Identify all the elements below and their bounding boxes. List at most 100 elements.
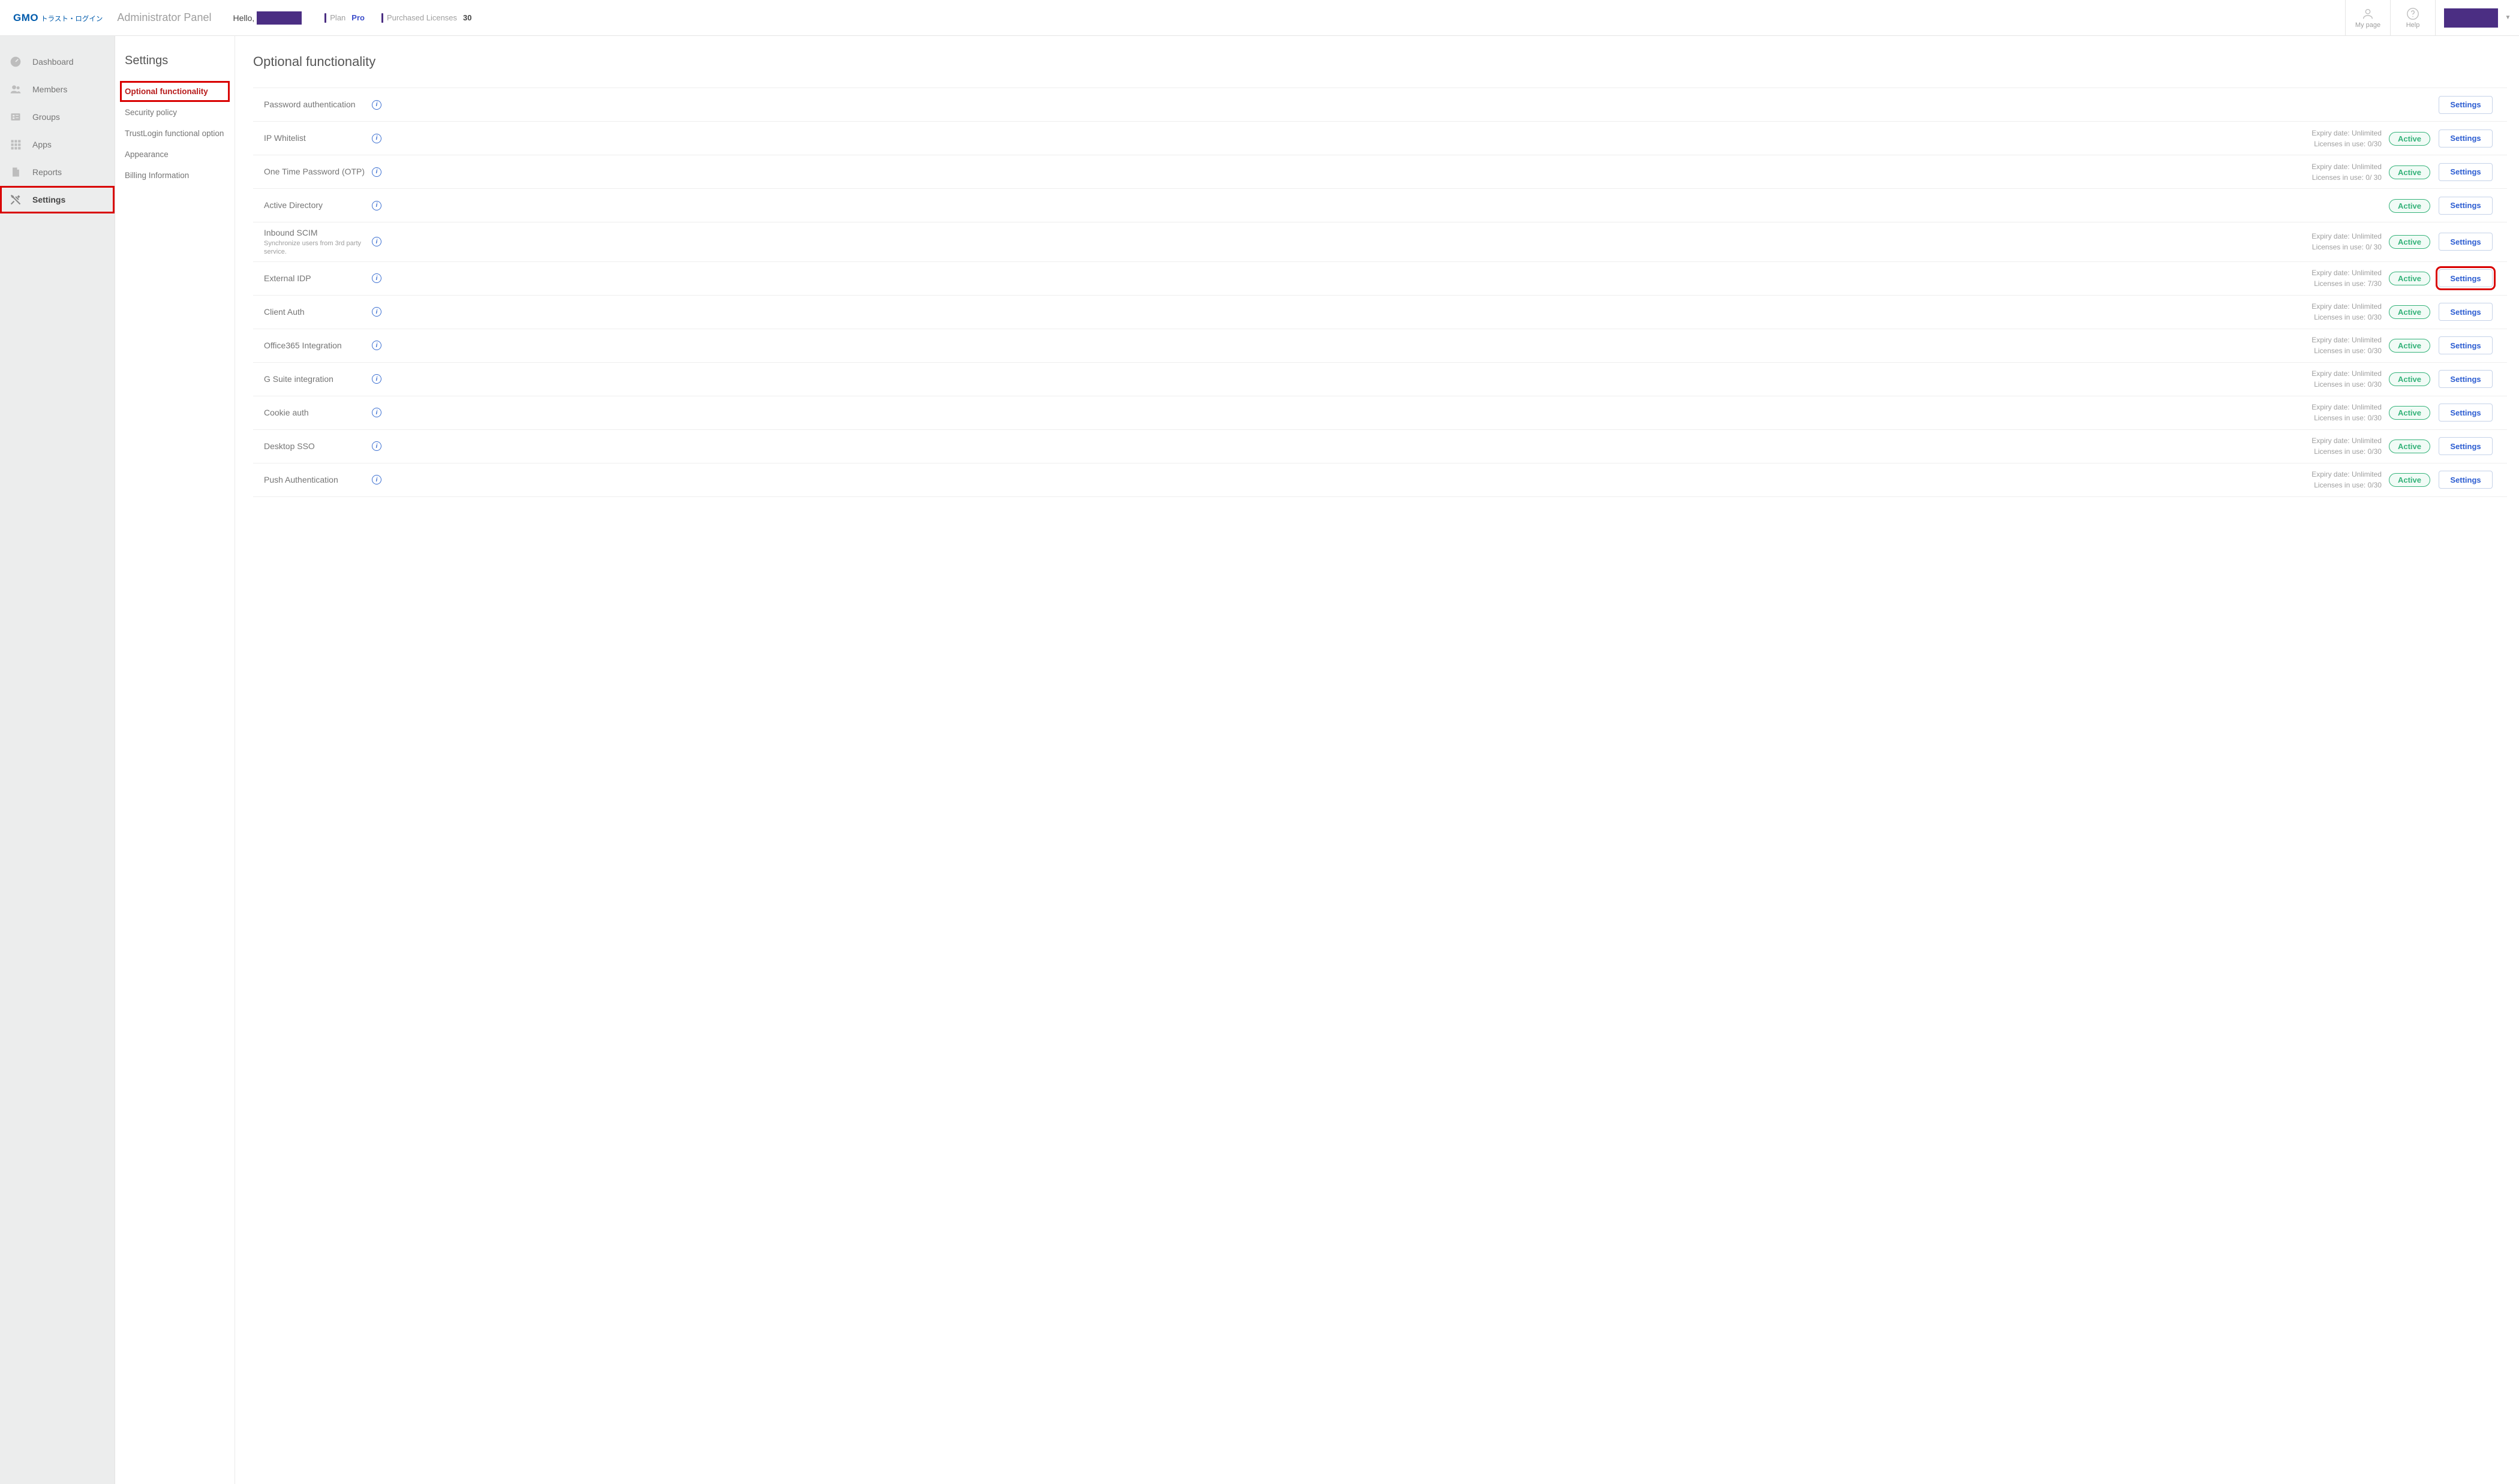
row-title: Desktop SSO	[264, 441, 372, 451]
nav-item-dashboard[interactable]: Dashboard	[0, 48, 115, 76]
row-title-text: G Suite integration	[264, 374, 372, 384]
nav-label: Members	[32, 85, 67, 94]
info-col: i	[372, 100, 390, 110]
functionality-row: Active DirectoryiActiveSettings	[253, 189, 2507, 222]
info-col: i	[372, 307, 390, 317]
functionality-row: Password authenticationi Settings	[253, 88, 2507, 122]
nav-item-apps[interactable]: Apps	[0, 131, 115, 158]
btn-col: Settings	[2439, 303, 2496, 321]
settings-button[interactable]: Settings	[2439, 130, 2493, 148]
info-icon[interactable]: i	[372, 100, 381, 110]
row-meta: Expiry date: Unlimited Licenses in use: …	[2311, 435, 2382, 457]
header-meta: Plan Pro Purchased Licenses 30	[324, 13, 488, 23]
active-badge: Active	[2389, 440, 2430, 453]
row-title: One Time Password (OTP)	[264, 166, 372, 177]
hello-text: Hello,	[233, 13, 254, 23]
members-icon	[10, 83, 22, 95]
groups-icon	[10, 111, 22, 123]
functionality-row: One Time Password (OTP)i Expiry date: Unl…	[253, 155, 2507, 189]
info-icon[interactable]: i	[372, 441, 381, 451]
row-meta: Expiry date: Unlimited Licenses in use: …	[2311, 335, 2382, 356]
row-title: Inbound SCIMSynchronize users from 3rd p…	[264, 227, 372, 257]
settings-button[interactable]: Settings	[2439, 336, 2493, 354]
info-col: i	[372, 167, 390, 177]
main-content: Optional functionality Password authenti…	[235, 36, 2519, 1484]
settings-button[interactable]: Settings	[2439, 233, 2493, 251]
info-col: i	[372, 374, 390, 384]
row-title: Client Auth	[264, 306, 372, 317]
subnav-item-optional-functionality[interactable]: Optional functionality	[120, 81, 230, 102]
row-title-text: Inbound SCIM	[264, 227, 372, 238]
info-icon[interactable]: i	[372, 307, 381, 317]
info-icon[interactable]: i	[372, 201, 381, 210]
info-icon[interactable]: i	[372, 237, 381, 246]
settings-button[interactable]: Settings	[2439, 303, 2493, 321]
info-icon[interactable]: i	[372, 374, 381, 384]
info-col: i	[372, 341, 390, 350]
badge-col: Active	[2389, 307, 2430, 317]
info-icon[interactable]: i	[372, 408, 381, 417]
primary-nav: Dashboard Members Groups Apps Reports Se…	[0, 36, 115, 1484]
nav-item-groups[interactable]: Groups	[0, 103, 115, 131]
badge-col: Active	[2389, 475, 2430, 484]
row-title-text: Cookie auth	[264, 407, 372, 418]
row-title-text: One Time Password (OTP)	[264, 166, 372, 177]
row-title: IP Whitelist	[264, 133, 372, 143]
active-badge: Active	[2389, 372, 2430, 386]
btn-col: Settings	[2439, 471, 2496, 489]
plan-group: Plan Pro	[324, 13, 365, 23]
header: GMO トラスト・ログイン Administrator Panel Hello,…	[0, 0, 2519, 36]
header-right: My page Help ▼	[2345, 0, 2519, 35]
settings-button[interactable]: Settings	[2439, 437, 2493, 455]
header-left: GMO トラスト・ログイン Administrator Panel Hello,…	[0, 0, 2345, 35]
settings-button[interactable]: Settings	[2439, 269, 2493, 287]
row-title: Password authentication	[264, 99, 372, 110]
nav-label: Settings	[32, 195, 65, 204]
settings-button[interactable]: Settings	[2439, 471, 2493, 489]
info-icon[interactable]: i	[372, 134, 381, 143]
subnav-item-trustlogin-functional-option[interactable]: TrustLogin functional option	[120, 123, 230, 144]
btn-col: Settings	[2439, 233, 2496, 251]
nav-item-settings[interactable]: Settings	[0, 186, 115, 213]
active-badge: Active	[2389, 132, 2430, 146]
mypage-button[interactable]: My page	[2345, 0, 2390, 35]
subnav-item-appearance[interactable]: Appearance	[120, 144, 230, 165]
nav-item-reports[interactable]: Reports	[0, 158, 115, 186]
functionality-row: G Suite integrationiExpiry date: Unlimit…	[253, 363, 2507, 396]
logo[interactable]: GMO トラスト・ログイン	[13, 12, 103, 24]
reports-icon	[10, 166, 22, 178]
badge-col: Active	[2389, 374, 2430, 384]
settings-button[interactable]: Settings	[2439, 163, 2493, 181]
mypage-label: My page	[2355, 22, 2380, 29]
functionality-row: Client AuthiExpiry date: Unlimited Licen…	[253, 296, 2507, 329]
settings-button[interactable]: Settings	[2439, 404, 2493, 422]
subnav-item-billing-information[interactable]: Billing Information	[120, 165, 230, 186]
settings-button[interactable]: Settings	[2439, 370, 2493, 388]
licenses-group: Purchased Licenses 30	[381, 13, 472, 23]
nav-item-members[interactable]: Members	[0, 76, 115, 103]
settings-button[interactable]: Settings	[2439, 96, 2493, 114]
row-title-text: Office365 Integration	[264, 340, 372, 351]
btn-col: Settings	[2439, 269, 2496, 287]
settings-icon	[10, 194, 22, 206]
row-title-text: IP Whitelist	[264, 133, 372, 143]
row-title: External IDP	[264, 273, 372, 284]
btn-col: Settings	[2439, 163, 2496, 181]
row-meta: Expiry date: Unlimited Licenses in use: …	[2311, 161, 2382, 183]
nav-label: Apps	[32, 140, 52, 149]
help-button[interactable]: Help	[2390, 0, 2435, 35]
info-icon[interactable]: i	[372, 475, 381, 484]
settings-button[interactable]: Settings	[2439, 197, 2493, 215]
badge-col: Active	[2389, 237, 2430, 246]
info-icon[interactable]: i	[372, 273, 381, 283]
subnav-item-security-policy[interactable]: Security policy	[120, 102, 230, 123]
info-icon[interactable]: i	[372, 167, 381, 177]
divider-icon	[324, 13, 326, 23]
info-icon[interactable]: i	[372, 341, 381, 350]
divider-icon	[381, 13, 383, 23]
active-badge: Active	[2389, 305, 2430, 319]
logo-trust: トラスト・ログイン	[41, 14, 103, 23]
btn-col: Settings	[2439, 437, 2496, 455]
user-menu[interactable]: ▼	[2435, 0, 2519, 35]
active-badge: Active	[2389, 165, 2430, 179]
